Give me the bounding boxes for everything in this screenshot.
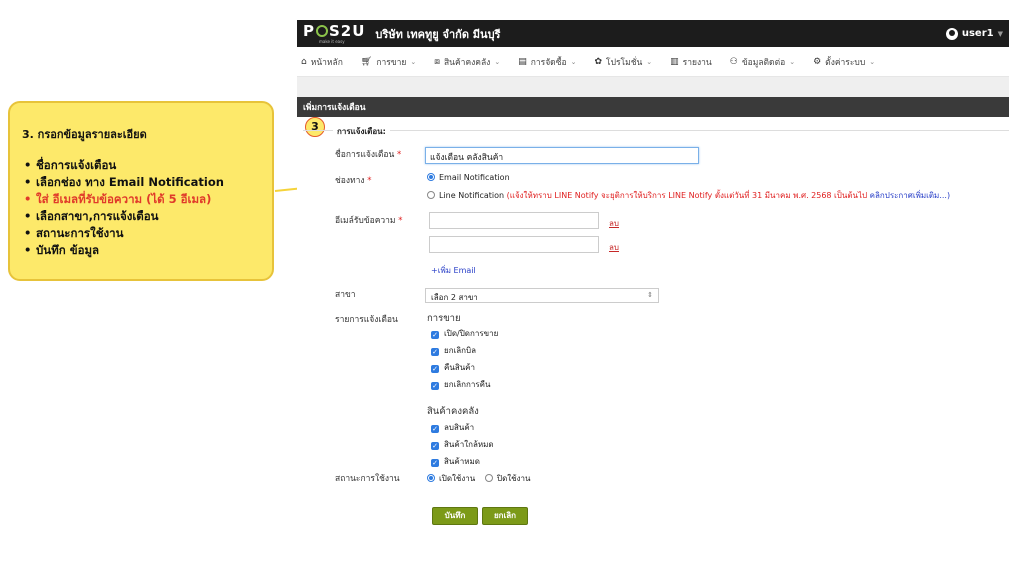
save-button[interactable]: บันทึก — [432, 507, 478, 525]
checkbox-checked[interactable]: ✓ — [431, 442, 439, 450]
nav-promotion[interactable]: ✿ โปรโมชั่น ⌄ — [594, 55, 652, 69]
delete-email-2-link[interactable]: ลบ — [609, 241, 619, 254]
callout-item: สถานะการใช้งาน — [24, 225, 262, 242]
line-notify-warning: (แจ้งให้ทราบ LINE Notify จะยุติการให้บริ… — [506, 191, 868, 200]
panel-heading: เพิ่มการแจ้งเตือน — [297, 97, 1009, 117]
callout-item: เลือกช่อง ทาง Email Notification — [24, 174, 262, 191]
chevron-down-icon: ⌄ — [410, 57, 417, 66]
chevron-down-icon: ⌄ — [646, 57, 653, 66]
callout-title: 3. กรอกข้อมูลรายละเอียด — [22, 128, 147, 141]
status-on-option[interactable]: เปิดใช้งาน — [427, 472, 475, 485]
username: user1 — [961, 28, 994, 39]
branch-label: สาขา — [335, 290, 356, 300]
callout-item-highlight: ใส่ อีเมลที่รับข้อความ (ได้ 5 อีเมล) — [24, 191, 262, 208]
notification-name-input[interactable]: แจ้งเตือน คลังสินค้า — [425, 147, 699, 164]
email-radio[interactable] — [427, 173, 435, 181]
nav-reports[interactable]: ▥ รายงาน — [670, 55, 712, 69]
stock-option[interactable]: ✓ สินค้าหมด — [431, 455, 480, 468]
channel-label: ช่องทาง * — [335, 176, 372, 186]
status-label: สถานะการใช้งาน — [335, 474, 400, 484]
checkbox-checked[interactable]: ✓ — [431, 365, 439, 373]
cubes-icon: ⧈ — [434, 56, 440, 67]
add-notification-panel: เพิ่มการแจ้งเตือน 3 การแจ้งเตือน: ชื่อกา… — [297, 97, 1009, 550]
nav-home[interactable]: ⌂ หน้าหลัก — [301, 55, 343, 69]
nav-sales[interactable]: 🛒︎ การขาย ⌄ — [361, 55, 416, 69]
name-label: ชื่อการแจ้งเตือน * — [335, 150, 402, 160]
email-input-1[interactable] — [429, 212, 599, 229]
document-icon: ▤ — [518, 56, 527, 67]
line-channel-option[interactable]: Line Notification (แจ้งให้ทราบ LINE Noti… — [427, 189, 950, 202]
chevron-down-icon: ⌄ — [869, 57, 876, 66]
chevron-down-icon: ⌄ — [570, 57, 577, 66]
nav-label: การขาย — [376, 57, 407, 68]
users-icon: ⚇ — [729, 56, 738, 67]
callout-item: บันทึก ข้อมูล — [24, 242, 262, 259]
checkbox-checked[interactable]: ✓ — [431, 459, 439, 467]
home-icon: ⌂ — [301, 56, 307, 67]
line-notify-more-link[interactable]: คลิกประกาศเพิ่มเติม...) — [870, 191, 950, 200]
checkbox-checked[interactable]: ✓ — [431, 382, 439, 390]
status-off-radio[interactable] — [485, 474, 493, 482]
checkbox-checked[interactable]: ✓ — [431, 331, 439, 339]
nav-inventory[interactable]: ⧈ สินค้าคงคลัง ⌄ — [434, 55, 500, 69]
select-arrows-icon: ⇕ — [647, 291, 653, 299]
sales-group-title: การขาย — [427, 313, 461, 324]
sales-option[interactable]: ✓ คืนสินค้า — [431, 361, 475, 374]
gift-icon: ✿ — [594, 56, 602, 67]
nav-label: ข้อมูลติดต่อ — [741, 57, 786, 68]
main-nav: ⌂ หน้าหลัก 🛒︎ การขาย ⌄ ⧈ สินค้าคงคลัง ⌄ … — [297, 47, 1009, 77]
delete-email-1-link[interactable]: ลบ — [609, 217, 619, 230]
branch-selected-value: เลือก 2 สาขา — [431, 293, 478, 302]
chevron-down-icon: ⌄ — [494, 57, 501, 66]
gear-icon: ⚙ — [813, 56, 822, 67]
nav-label: การจัดซื้อ — [530, 57, 567, 68]
nav-purchasing[interactable]: ▤ การจัดซื้อ ⌄ — [518, 55, 576, 69]
cancel-button[interactable]: ยกเลิก — [482, 507, 528, 525]
sales-option[interactable]: ✓ ยกเลิกการคืน — [431, 378, 490, 391]
nav-settings[interactable]: ⚙ ตั้งค่าระบบ ⌄ — [813, 55, 875, 69]
instruction-callout: 3. กรอกข้อมูลรายละเอียด ชื่อการแจ้งเตือน… — [8, 101, 274, 281]
nav-label: สินค้าคงคลัง — [443, 57, 491, 68]
nav-label: หน้าหลัก — [310, 57, 343, 68]
chevron-down-icon: ▼ — [997, 29, 1003, 38]
callout-item: ชื่อการแจ้งเตือน — [24, 157, 262, 174]
status-off-option[interactable]: ปิดใช้งาน — [485, 472, 530, 485]
branch-select[interactable]: เลือก 2 สาขา ⇕ — [425, 288, 659, 303]
bar-chart-icon: ▥ — [670, 56, 679, 67]
email-input-2[interactable] — [429, 236, 599, 253]
cart-icon: 🛒︎ — [360, 56, 373, 67]
callout-item: เลือกสาขา,การแจ้งเตือน — [24, 208, 262, 225]
user-circle-icon — [945, 27, 958, 40]
line-radio[interactable] — [427, 191, 435, 199]
chevron-down-icon: ⌄ — [789, 57, 796, 66]
app-window: P S2U make it easy บริษัท เทคทูยู จำกัด ม… — [297, 20, 1009, 550]
email-label: อีเมล์รับข้อความ * — [335, 216, 403, 226]
status-on-radio[interactable] — [427, 474, 435, 482]
stock-option[interactable]: ✓ ลบสินค้า — [431, 421, 474, 434]
pos2u-logo[interactable]: P S2U make it easy — [303, 21, 366, 44]
user-menu[interactable]: user1 ▼ — [945, 27, 1003, 40]
checkbox-checked[interactable]: ✓ — [431, 425, 439, 433]
nav-label: รายงาน — [682, 57, 712, 68]
top-bar: P S2U make it easy บริษัท เทคทูยู จำกัด ม… — [297, 20, 1009, 47]
company-name: บริษัท เทคทูยู จำกัด มีนบุรี — [375, 27, 501, 41]
email-channel-option[interactable]: Email Notification — [427, 173, 510, 182]
add-email-link[interactable]: +เพิ่ม Email — [431, 264, 476, 277]
logo-text: P S2U — [303, 21, 366, 40]
fieldset-legend: การแจ้งเตือน: — [333, 125, 390, 138]
nav-label: โปรโมชั่น — [606, 57, 643, 68]
sales-option[interactable]: ✓ ยกเลิกบิล — [431, 344, 476, 357]
checkbox-checked[interactable]: ✓ — [431, 348, 439, 356]
screenshot-canvas: 3. กรอกข้อมูลรายละเอียด ชื่อการแจ้งเตือน… — [0, 0, 1024, 570]
stock-group-title: สินค้าคงคลัง — [427, 406, 479, 417]
notification-fieldset: การแจ้งเตือน: — [303, 125, 1009, 138]
sales-option[interactable]: ✓ เปิด/ปิดการขาย — [431, 327, 498, 340]
nav-contacts[interactable]: ⚇ ข้อมูลติดต่อ ⌄ — [730, 55, 795, 69]
step-number-badge: 3 — [305, 117, 325, 137]
nav-label: ตั้งค่าระบบ — [825, 57, 866, 68]
callout-list: ชื่อการแจ้งเตือน เลือกช่อง ทาง Email Not… — [22, 157, 262, 259]
stock-option[interactable]: ✓ สินค้าใกล้หมด — [431, 438, 494, 451]
notify-list-label: รายการแจ้งเตือน — [335, 315, 398, 325]
logo-tagline: make it easy — [319, 38, 345, 44]
